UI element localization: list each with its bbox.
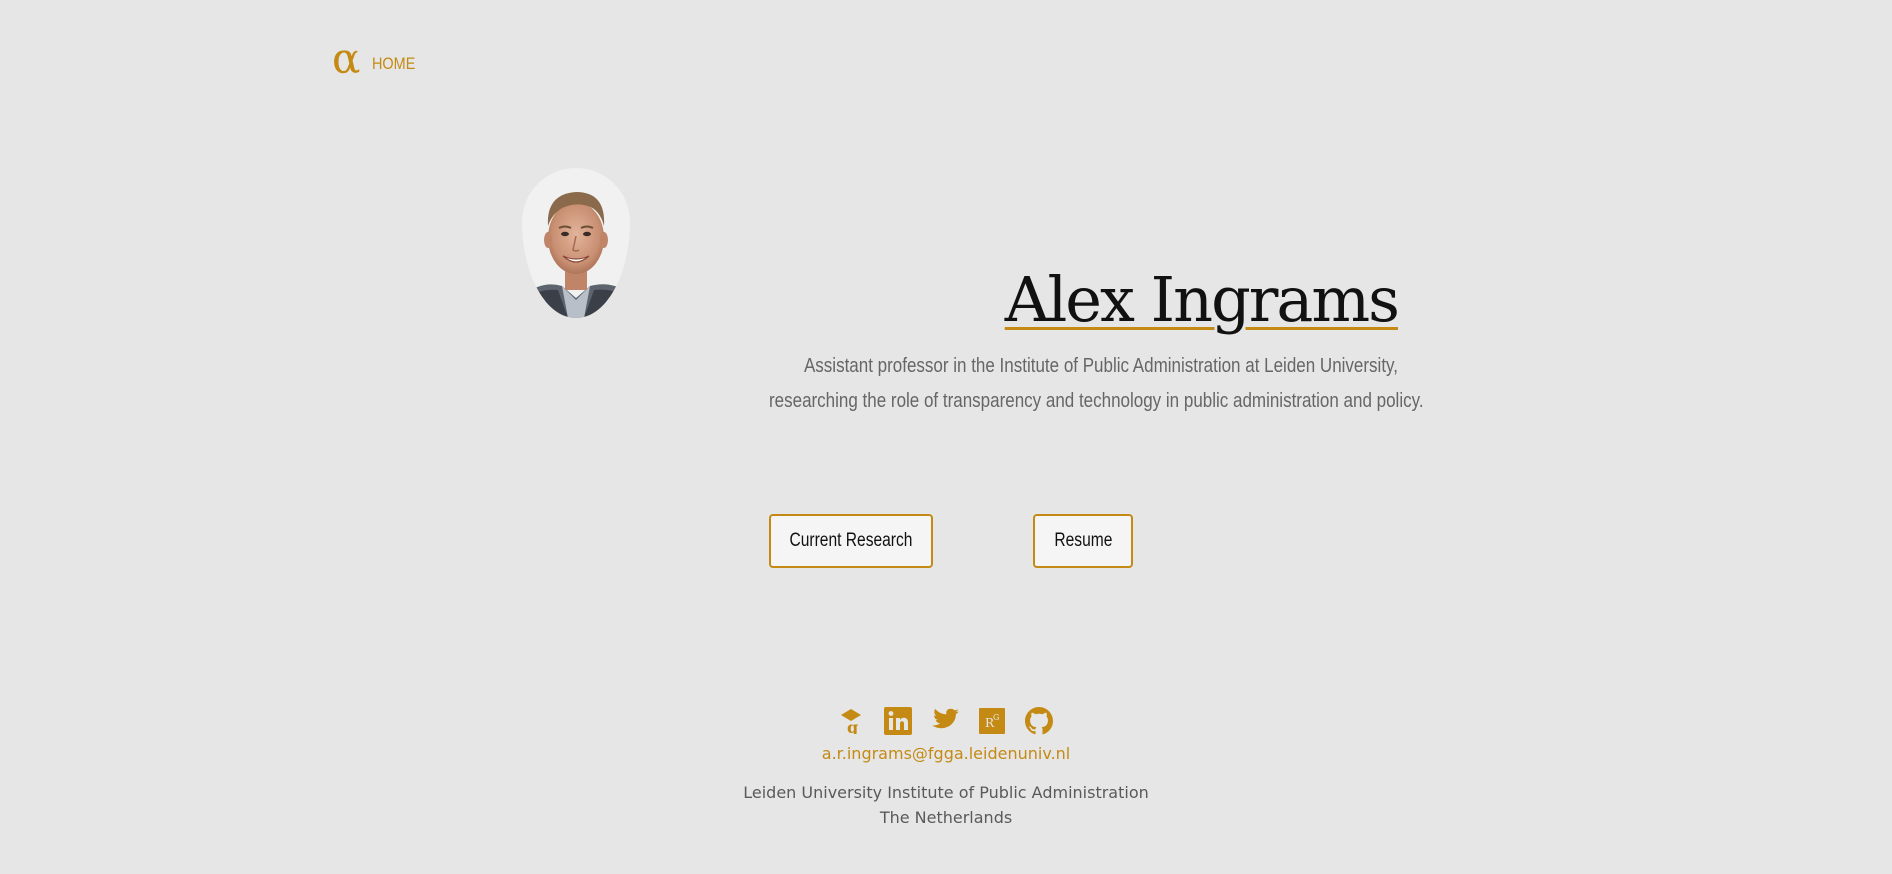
linkedin-icon[interactable] — [883, 706, 913, 736]
tagline-line-1: Assistant professor in the Institute of … — [803, 355, 1398, 377]
nav-home-label[interactable]: HOME — [372, 54, 415, 74]
researchgate-icon[interactable]: R G — [977, 706, 1007, 736]
tagline-line-2: researching the role of transparency and… — [769, 390, 1424, 412]
social-links: g R G — [836, 706, 1054, 736]
google-scholar-icon[interactable]: g — [836, 706, 866, 736]
home-link[interactable]: α HOME — [332, 38, 423, 80]
twitter-icon[interactable] — [930, 706, 960, 736]
current-research-label[interactable]: Current Research — [790, 530, 913, 552]
email-link[interactable]: a.r.ingrams@fgga.leidenuniv.nl — [0, 744, 1892, 763]
tagline: Assistant professor in the Institute of … — [658, 349, 1424, 419]
svg-text:g: g — [847, 718, 858, 734]
person-name: Alex Ingrams — [1004, 263, 1400, 336]
alpha-logo-icon[interactable]: α — [332, 38, 360, 80]
resume-label[interactable]: Resume — [1054, 530, 1112, 552]
affiliation: Leiden University Institute of Public Ad… — [0, 780, 1892, 830]
current-research-button[interactable]: Current Research — [769, 514, 933, 568]
affiliation-institution: Leiden University Institute of Public Ad… — [743, 783, 1149, 802]
github-icon[interactable] — [1024, 706, 1054, 736]
resume-button[interactable]: Resume — [1033, 514, 1133, 568]
affiliation-country: The Netherlands — [879, 808, 1013, 827]
svg-text:G: G — [993, 713, 999, 722]
profile-photo — [522, 168, 630, 318]
